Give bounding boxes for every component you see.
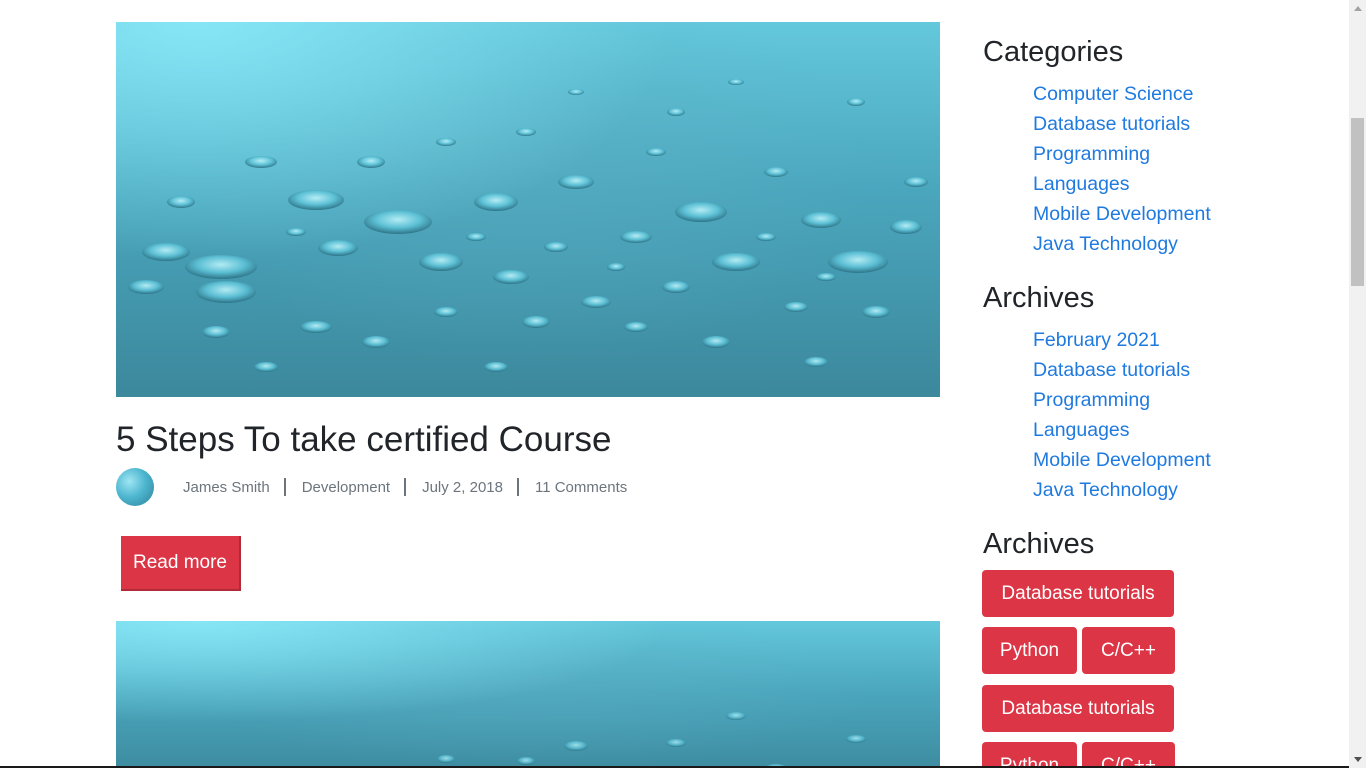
category-link[interactable]: Programming: [1033, 139, 1211, 169]
category-link[interactable]: Languages: [1033, 169, 1211, 199]
post-featured-image[interactable]: [116, 22, 940, 397]
post-meta: James Smith Development July 2, 2018 11 …: [116, 468, 627, 506]
meta-divider: [283, 478, 286, 496]
category-link[interactable]: Database tutorials: [1033, 109, 1211, 139]
post-comments[interactable]: 11 Comments: [535, 479, 627, 496]
chevron-down-icon[interactable]: [1349, 751, 1366, 768]
tag-button[interactable]: Python: [982, 627, 1077, 674]
tag-button[interactable]: Database tutorials: [982, 685, 1174, 732]
category-link[interactable]: Java Technology: [1033, 229, 1211, 259]
archive-link[interactable]: Languages: [1033, 415, 1211, 445]
meta-divider: [404, 478, 407, 496]
scroll-thumb[interactable]: [1351, 118, 1364, 286]
tag-button[interactable]: Python: [982, 742, 1077, 768]
chevron-up-icon[interactable]: [1349, 0, 1366, 17]
category-link[interactable]: Computer Science: [1033, 79, 1211, 109]
tag-button[interactable]: C/C++: [1082, 742, 1175, 768]
archive-link[interactable]: Programming: [1033, 385, 1211, 415]
archives-list: February 2021 Database tutorials Program…: [1033, 325, 1211, 505]
blog-page: 5 Steps To take certified Course James S…: [0, 0, 1366, 768]
water-drops-image: [437, 712, 866, 768]
archive-link[interactable]: Database tutorials: [1033, 355, 1211, 385]
vertical-scrollbar[interactable]: [1349, 0, 1366, 768]
water-drops-image: [128, 79, 928, 372]
post-featured-image[interactable]: [116, 621, 940, 768]
tags-title: Archives: [983, 528, 1095, 560]
post-date: July 2, 2018: [422, 478, 503, 496]
archive-link[interactable]: Java Technology: [1033, 475, 1211, 505]
meta-divider: [516, 478, 519, 496]
categories-title: Categories: [983, 36, 1124, 68]
post-author[interactable]: James Smith: [183, 479, 270, 496]
tag-button[interactable]: C/C++: [1082, 627, 1175, 674]
archive-link[interactable]: February 2021: [1033, 325, 1211, 355]
archives-title: Archives: [983, 282, 1095, 314]
post-title[interactable]: 5 Steps To take certified Course: [116, 416, 611, 464]
archive-link[interactable]: Mobile Development: [1033, 445, 1211, 475]
read-more-button[interactable]: Read more: [121, 536, 241, 591]
post-category[interactable]: Development: [302, 479, 390, 496]
author-avatar: [116, 468, 154, 506]
tag-button[interactable]: Database tutorials: [982, 570, 1174, 617]
category-link[interactable]: Mobile Development: [1033, 199, 1211, 229]
categories-list: Computer Science Database tutorials Prog…: [1033, 79, 1211, 259]
